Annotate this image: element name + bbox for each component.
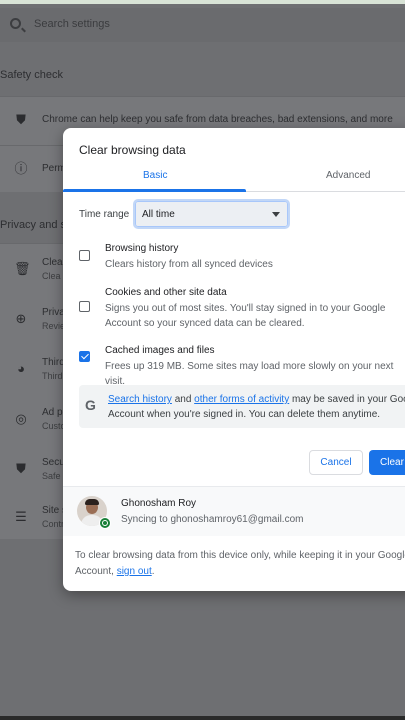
row-title: Ad p <box>42 407 63 418</box>
safety-check-heading: Safety check <box>0 69 63 81</box>
browsing-history-checkbox[interactable] <box>79 250 90 261</box>
option-title: Cached images and files <box>105 345 215 356</box>
option-cookies[interactable]: Cookies and other site data Signs you ou… <box>63 284 405 334</box>
time-range-value: All time <box>142 209 175 220</box>
info-icon: ⓘ <box>14 161 28 176</box>
tab-basic[interactable]: Basic <box>143 170 167 181</box>
tab-advanced[interactable]: Advanced <box>326 170 370 181</box>
privacy-heading: Privacy and s <box>0 219 67 231</box>
taskbar-edge <box>0 716 405 720</box>
cookie-icon: ◕ <box>17 361 25 376</box>
account-section: Ghonosham Roy Syncing to ghonoshamroy61@… <box>63 486 405 536</box>
footer-end: . <box>151 566 155 577</box>
row-title: Clea <box>42 257 63 268</box>
option-browsing-history[interactable]: Browsing history Clears history from all… <box>63 240 405 276</box>
clear-browsing-data-dialog: Clear browsing data Basic Advanced Time … <box>63 128 405 591</box>
sign-out-note: To clear browsing data from this device … <box>75 548 405 580</box>
row-title: Priva <box>42 307 65 318</box>
google-g-icon: G <box>85 397 96 413</box>
sliders-icon: ☰ <box>15 509 27 524</box>
active-tab-indicator <box>63 189 246 192</box>
trash-icon: 🗑 <box>14 261 31 276</box>
time-range-label: Time range <box>79 209 130 220</box>
row-subtitle: Safe <box>42 471 61 481</box>
row-subtitle: Third <box>42 371 63 381</box>
row-subtitle: Clea <box>42 271 61 281</box>
search-icon <box>10 18 21 29</box>
cookies-checkbox[interactable] <box>79 301 90 312</box>
option-cached-images[interactable]: Cached images and files Frees up 319 MB.… <box>63 342 405 387</box>
row-subtitle: Contr <box>42 519 65 529</box>
cancel-button[interactable]: Cancel <box>309 450 363 475</box>
option-subtitle: Clears history from all synced devices <box>105 259 273 270</box>
compass-icon: ⊕ <box>15 311 27 326</box>
avatar-hair <box>85 499 99 505</box>
clear-data-button[interactable]: Clear data <box>369 450 405 475</box>
sign-out-link[interactable]: sign out <box>117 566 152 577</box>
info-text: Search history and other forms of activi… <box>108 392 405 422</box>
ad-privacy-icon: ◎ <box>15 411 27 426</box>
cached-images-checkbox[interactable] <box>79 351 90 362</box>
option-subtitle: Signs you out of most sites. You'll stay… <box>105 303 386 329</box>
other-activity-link[interactable]: other forms of activity <box>194 394 289 405</box>
dialog-tabs: Basic Advanced <box>63 168 405 192</box>
settings-search-bar[interactable]: Search settings <box>0 8 405 42</box>
account-sync-status: Syncing to ghonoshamroy61@gmail.com <box>121 514 304 525</box>
row-subtitle: Custo <box>42 421 66 431</box>
dropdown-arrow-icon <box>272 212 280 217</box>
dialog-title: Clear browsing data <box>79 143 186 157</box>
row-subtitle: Revie <box>42 321 66 331</box>
google-activity-info: G Search history and other forms of acti… <box>79 385 405 428</box>
search-input[interactable]: Search settings <box>34 18 110 30</box>
option-title: Browsing history <box>105 243 179 254</box>
sync-icon <box>99 517 111 529</box>
account-name: Ghonosham Roy <box>121 498 197 509</box>
search-history-link[interactable]: Search history <box>108 394 172 405</box>
time-range-select[interactable]: All time <box>133 199 290 229</box>
info-text-mid: and <box>171 394 195 405</box>
top-strip <box>0 0 405 4</box>
shield-icon: ⛊ <box>16 461 26 476</box>
safety-check-text: Chrome can help keep you safe from data … <box>42 114 393 125</box>
row-title: Secu <box>42 457 65 468</box>
shield-check-icon: ⛊ <box>16 112 26 127</box>
option-title: Cookies and other site data <box>105 287 227 298</box>
row-title: Third <box>42 357 65 368</box>
